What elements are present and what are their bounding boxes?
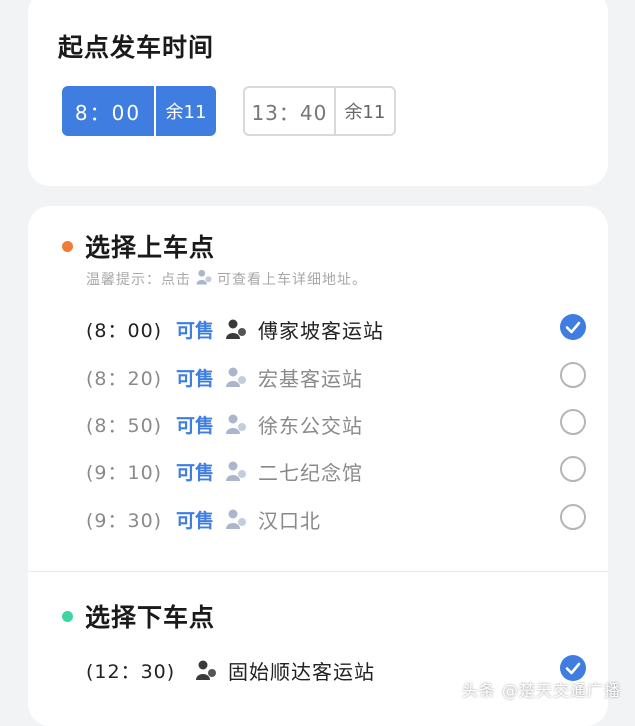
stop-time: (12：30) bbox=[86, 660, 176, 683]
alighting-header: 选择下车点 bbox=[62, 598, 215, 634]
location-person-icon[interactable] bbox=[224, 412, 258, 436]
stop-name: 汉口北 bbox=[258, 508, 321, 533]
radio-circle-icon[interactable] bbox=[560, 504, 586, 530]
alighting-dot bbox=[62, 610, 73, 622]
radio-circle-icon[interactable] bbox=[560, 456, 586, 482]
departure-title: 起点发车时间 bbox=[58, 33, 215, 62]
remaining-seats: 余11 bbox=[333, 88, 394, 134]
stop-name: 傅家坡客运站 bbox=[258, 318, 384, 343]
boarding-title: 选择上车点 bbox=[85, 233, 216, 262]
stop-availability: 可售 bbox=[176, 367, 215, 390]
location-person-icon bbox=[195, 268, 213, 290]
stop-time: (8：00) bbox=[86, 319, 163, 342]
tip-prefix: 温馨提示：点击 bbox=[86, 272, 191, 288]
remaining-seats: 余11 bbox=[154, 86, 216, 136]
location-person-icon[interactable] bbox=[224, 459, 258, 483]
location-person-icon[interactable] bbox=[224, 365, 258, 389]
boarding-stop-row[interactable]: (9：30) 可售 汉口北 bbox=[86, 501, 586, 537]
radio-circle-icon[interactable] bbox=[560, 362, 586, 388]
stop-time: (9：30) bbox=[86, 509, 163, 532]
boarding-tip: 温馨提示：点击 可查看上车详细地址。 bbox=[86, 268, 367, 290]
stop-name: 徐东公交站 bbox=[258, 413, 363, 438]
stop-time: (9：10) bbox=[86, 461, 163, 484]
boarding-stop-row[interactable]: (8：00) 可售 傅家坡客运站 bbox=[86, 311, 586, 347]
watermark: 头条 @楚天交通广播 bbox=[461, 681, 621, 700]
tip-suffix: 可查看上车详细地址。 bbox=[217, 272, 367, 288]
stops-card: 选择上车点 温馨提示：点击 可查看上车详细地址。 (8：00) 可售 傅家坡客运… bbox=[28, 206, 608, 726]
stop-time: (8：50) bbox=[86, 414, 163, 437]
boarding-dot bbox=[62, 240, 73, 252]
boarding-stop-row[interactable]: (9：10) 可售 二七纪念馆 bbox=[86, 453, 586, 489]
departure-time: 13：40 bbox=[251, 100, 328, 125]
boarding-stop-row[interactable]: (8：50) 可售 徐东公交站 bbox=[86, 406, 586, 442]
stop-availability: 可售 bbox=[176, 414, 215, 437]
boarding-header: 选择上车点 bbox=[62, 228, 215, 264]
departure-option-1340[interactable]: 13：40 余11 bbox=[243, 86, 396, 136]
check-circle-icon[interactable] bbox=[560, 314, 586, 340]
radio-circle-icon[interactable] bbox=[560, 409, 586, 435]
location-person-icon[interactable] bbox=[224, 507, 258, 531]
boarding-stop-row[interactable]: (8：20) 可售 宏基客运站 bbox=[86, 359, 586, 395]
departure-time-card: 起点发车时间 8：00 余11 13：40 余11 bbox=[28, 0, 608, 186]
departure-option-0800[interactable]: 8：00 余11 bbox=[62, 86, 216, 136]
stop-name: 二七纪念馆 bbox=[258, 460, 363, 485]
location-person-icon[interactable] bbox=[224, 317, 258, 341]
stop-name: 固始顺达客运站 bbox=[228, 659, 375, 684]
stop-availability: 可售 bbox=[176, 461, 215, 484]
stop-availability: 可售 bbox=[176, 509, 215, 532]
stop-availability: 可售 bbox=[176, 319, 215, 342]
stop-time: (8：20) bbox=[86, 367, 163, 390]
stop-name: 宏基客运站 bbox=[258, 366, 363, 391]
location-person-icon[interactable] bbox=[194, 658, 228, 682]
alighting-title: 选择下车点 bbox=[85, 603, 216, 632]
departure-time: 8：00 bbox=[74, 100, 142, 125]
section-divider bbox=[28, 571, 608, 572]
